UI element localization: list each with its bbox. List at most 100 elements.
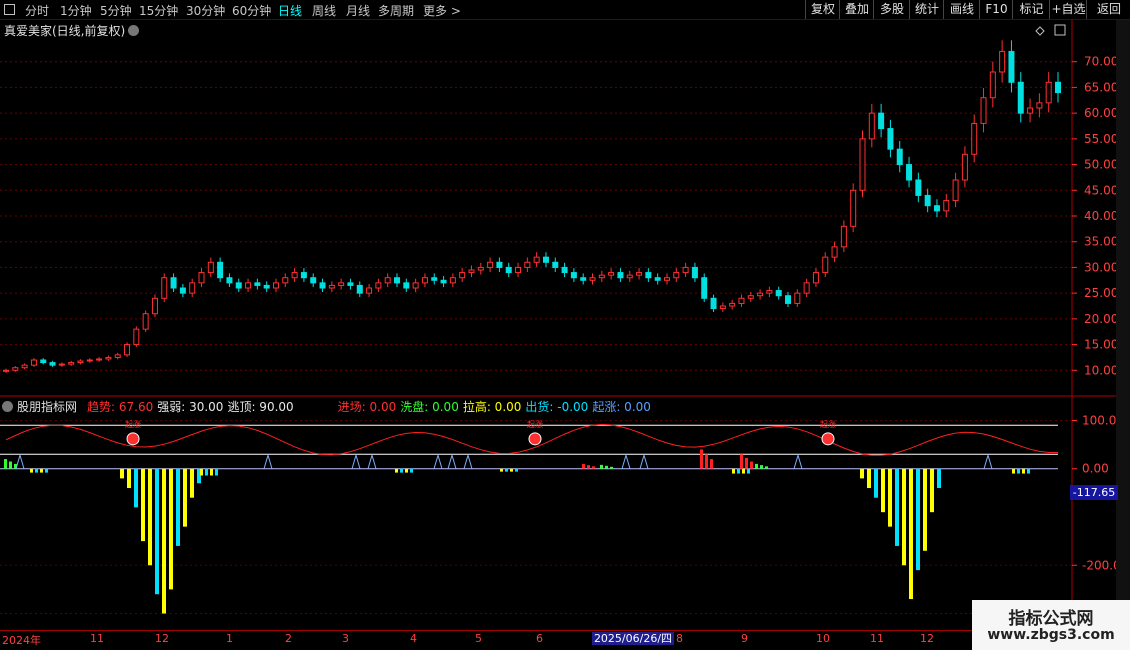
candle-body [114,354,121,358]
rise-spike [639,453,649,469]
candle-body [496,261,503,268]
candle-body [477,266,484,271]
candle-body [207,261,214,274]
inflow-bar [745,457,748,469]
candle-body [961,153,968,181]
outflow-bar [909,468,913,600]
candle-body [58,363,65,366]
inflow-bar [610,466,613,469]
candle-body [663,277,670,281]
candle-body [124,344,131,356]
outflow-bar [162,468,166,614]
outflow-bar [190,468,194,498]
candle-body [1027,107,1034,114]
date-label: 5 [475,632,482,645]
candle-body [272,282,279,289]
candle-body [189,282,196,294]
date-label: 1 [226,632,233,645]
candle-body [3,369,9,372]
candle-body [1036,102,1043,109]
chart-canvas[interactable]: 70.0065.0060.0055.0050.0045.0040.0035.00… [0,0,1130,650]
indicator-tick-label: 0.00 [1082,462,1109,476]
signal-label: 起涨 [125,419,141,429]
candle-body [524,261,531,268]
candle-body [580,277,587,281]
date-label: 6 [536,632,543,645]
rise-spike [15,453,25,469]
candle-body [291,272,298,279]
rise-spike [621,453,631,469]
candle-body [347,282,354,286]
candle-body [412,282,419,289]
candle-body [878,112,885,130]
inflow-bar [700,449,703,469]
outflow-bar [127,468,131,489]
outflow-bar [215,468,218,476]
candle-body [701,277,708,299]
outflow-bar [895,468,899,546]
outflow-bar [515,468,518,472]
candle-body [198,272,205,284]
signal-label: 起涨 [527,419,543,429]
candle-body [142,313,149,330]
outflow-bar [400,468,403,473]
date-label: 10 [816,632,830,645]
candle-body [691,266,698,279]
side-info-strip[interactable] [1116,20,1130,630]
candle-body [989,71,996,99]
candle-body [40,359,47,364]
rise-spike [793,453,803,469]
inflow-bar [710,459,713,469]
signal-marker [126,432,140,446]
candle-body [282,277,289,284]
price-tick-label: 65.00 [1084,80,1118,94]
candle-body [300,272,307,279]
date-label: 4 [410,632,417,645]
watermark-url: www.zbgs3.com [987,627,1115,643]
candle-body [319,282,326,289]
candle-body [608,272,615,276]
outflow-bar [737,468,740,474]
candle-body [338,282,345,286]
candle-body [971,122,978,155]
window-icon [1054,24,1066,36]
rise-spike [463,453,473,469]
date-label: 9 [741,632,748,645]
candle-body [729,302,736,307]
candle-body [943,200,950,212]
candle-body [840,225,847,248]
price-tick-label: 35.00 [1084,235,1118,249]
candle-body [552,261,559,268]
outflow-bar [874,468,878,498]
indicator-tick-label: -200.0 [1082,558,1121,572]
outflow-bar [405,468,408,473]
candle-body [151,297,158,315]
candle-body [263,284,270,289]
outflow-bar [1017,468,1020,474]
date-label: 2024年 [2,634,41,647]
candle-body [636,272,643,276]
outflow-bar [410,468,413,473]
candle-body [775,290,782,297]
outflow-bar [200,468,203,476]
candle-body [161,277,168,299]
candle-body [757,292,764,297]
candle-body [77,360,84,364]
candle-body [1045,81,1052,104]
candle-body [999,50,1006,73]
candle-body [626,274,633,279]
diamond-icon [1035,26,1045,36]
candle-body [822,256,829,274]
candle-body [1017,81,1024,114]
outflow-bar [930,468,934,513]
candle-body [980,97,987,124]
date-axis: 2024年 11 12 1 2 3 4 5 6 2025/06/26/四 8 9 10 11 12 [0,630,1072,647]
indicator-tick-label: 100.0 [1082,413,1116,427]
candle-body [133,328,140,346]
candle-body [86,359,93,362]
rise-spike [433,453,443,469]
outflow-bar [183,468,187,527]
outflow-bar [888,468,892,527]
price-tick-label: 45.00 [1084,183,1118,197]
candle-body [487,261,494,268]
